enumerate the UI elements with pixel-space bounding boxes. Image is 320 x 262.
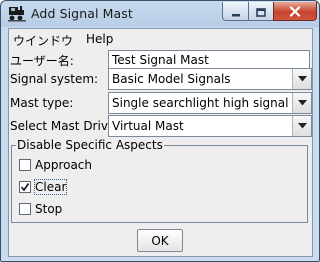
close-icon: [289, 2, 301, 21]
stop-label: Stop: [35, 202, 63, 216]
signal-system-value: Basic Model Signals: [112, 72, 231, 86]
maximize-button[interactable]: [248, 2, 274, 21]
signal-system-label: Signal system:: [10, 72, 99, 86]
approach-checkbox-row[interactable]: Approach: [19, 158, 92, 172]
check-icon: [20, 183, 30, 192]
title-bar[interactable]: Add Signal Mast: [1, 1, 319, 27]
disable-aspects-title: Disable Specific Aspects: [16, 138, 164, 152]
clear-checkbox-row[interactable]: Clear: [19, 179, 68, 195]
clear-checkbox[interactable]: [19, 181, 31, 193]
menu-bar: ウインドウ Help: [9, 29, 312, 49]
close-button[interactable]: [273, 2, 317, 21]
mast-type-value: Single searchlight high signal: [112, 96, 289, 110]
disable-aspects-group: Disable Specific Aspects Approach Clear …: [11, 138, 308, 223]
user-name-field[interactable]: [108, 50, 310, 69]
chevron-down-icon[interactable]: [292, 116, 311, 136]
mast-driver-value: Virtual Mast: [112, 119, 184, 133]
approach-checkbox[interactable]: [19, 159, 31, 171]
minimize-button[interactable]: [222, 2, 249, 21]
chevron-down-icon[interactable]: [292, 93, 311, 113]
signal-system-dropdown[interactable]: Basic Model Signals: [108, 68, 312, 90]
mast-type-dropdown[interactable]: Single searchlight high signal: [108, 92, 312, 114]
ok-button[interactable]: OK: [137, 229, 183, 252]
add-signal-mast-window: Add Signal Mast ウインドウ Help ユーザー名: Signal…: [0, 0, 320, 262]
window-title: Add Signal Mast: [31, 6, 133, 21]
mast-driver-dropdown[interactable]: Virtual Mast: [108, 115, 312, 137]
dialog-content: ウインドウ Help ユーザー名: Signal system: Basic M…: [8, 28, 313, 257]
clear-label: Clear: [33, 179, 68, 195]
railroad-engine-icon: [8, 5, 26, 22]
stop-checkbox[interactable]: [19, 203, 31, 215]
approach-label: Approach: [35, 158, 93, 172]
stop-checkbox-row[interactable]: Stop: [19, 202, 62, 216]
chevron-down-icon[interactable]: [292, 69, 311, 89]
menu-help[interactable]: Help: [86, 32, 113, 46]
maximize-icon: [256, 2, 266, 21]
mast-driver-label: Select Mast Driver:: [10, 119, 125, 133]
menu-window[interactable]: ウインドウ: [13, 32, 73, 49]
mast-type-label: Mast type:: [10, 96, 74, 110]
minimize-icon: [231, 2, 241, 21]
user-name-label: ユーザー名:: [10, 54, 74, 68]
